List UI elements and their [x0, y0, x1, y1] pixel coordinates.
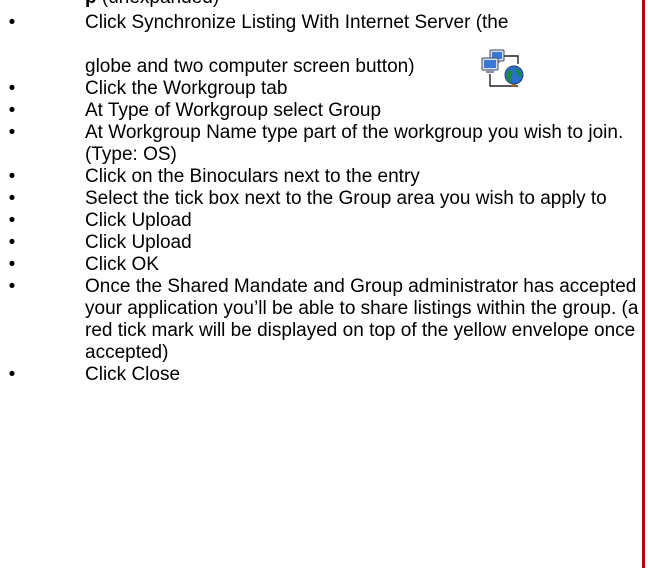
bullet: •	[8, 78, 16, 99]
list-item: • Once the Shared Mandate and Group admin…	[0, 276, 640, 364]
bullet: •	[8, 12, 16, 33]
instruction-list: • Click Synchronize Listing With Interne…	[0, 12, 640, 386]
bullet: •	[8, 276, 16, 297]
bullet: •	[8, 210, 16, 231]
step-text: At Workgroup Name type part of the workg…	[85, 122, 624, 165]
bullet: •	[8, 254, 16, 275]
step-text: Click Upload	[85, 210, 192, 231]
list-item: • Click OK	[0, 254, 640, 276]
step-text: Click OK	[85, 254, 159, 275]
step-text: Select the tick box next to the Group ar…	[85, 188, 607, 209]
step-text: Click Close	[85, 364, 181, 385]
step-text: Once the Shared Mandate and Group admini…	[85, 276, 639, 363]
bullet: •	[8, 232, 16, 253]
list-item: • Select the tick box next to the Group a…	[0, 188, 640, 210]
list-item: • Click Synchronize Listing With Interne…	[0, 12, 640, 78]
step-text-line2: globe and two computer screen button)	[85, 56, 415, 77]
bullet: •	[8, 364, 16, 385]
list-item: • Click on the Binoculars next to the ent…	[0, 166, 640, 188]
clipped-bold-text: p	[85, 0, 97, 8]
list-item: • At Workgroup Name type part of the work…	[0, 122, 640, 166]
bullet: •	[8, 188, 16, 209]
bullet: •	[8, 100, 16, 121]
globe-two-computers-icon	[481, 49, 524, 87]
step-text: Click on the Binoculars next to the entr…	[85, 166, 420, 187]
bullet: •	[8, 166, 16, 187]
clipped-rest-text: (unexpanded)	[97, 0, 219, 8]
step-text: At Type of Workgroup select Group	[85, 100, 382, 121]
list-item: • Click Upload	[0, 210, 640, 232]
step-text-line1: Click Synchronize Listing With Internet …	[85, 12, 509, 33]
bullet: •	[8, 122, 16, 143]
step-text: Click the Workgroup tab	[85, 78, 288, 99]
list-item: • Click the Workgroup tab	[0, 78, 640, 100]
margin-rule	[642, 0, 645, 568]
list-item: • At Type of Workgroup select Group	[0, 100, 640, 122]
clipped-heading-line: p (unexpanded)	[85, 0, 219, 9]
list-item: • Click Close	[0, 364, 640, 386]
list-item: • Click Upload	[0, 232, 640, 254]
step-text: Click Upload	[85, 232, 192, 253]
